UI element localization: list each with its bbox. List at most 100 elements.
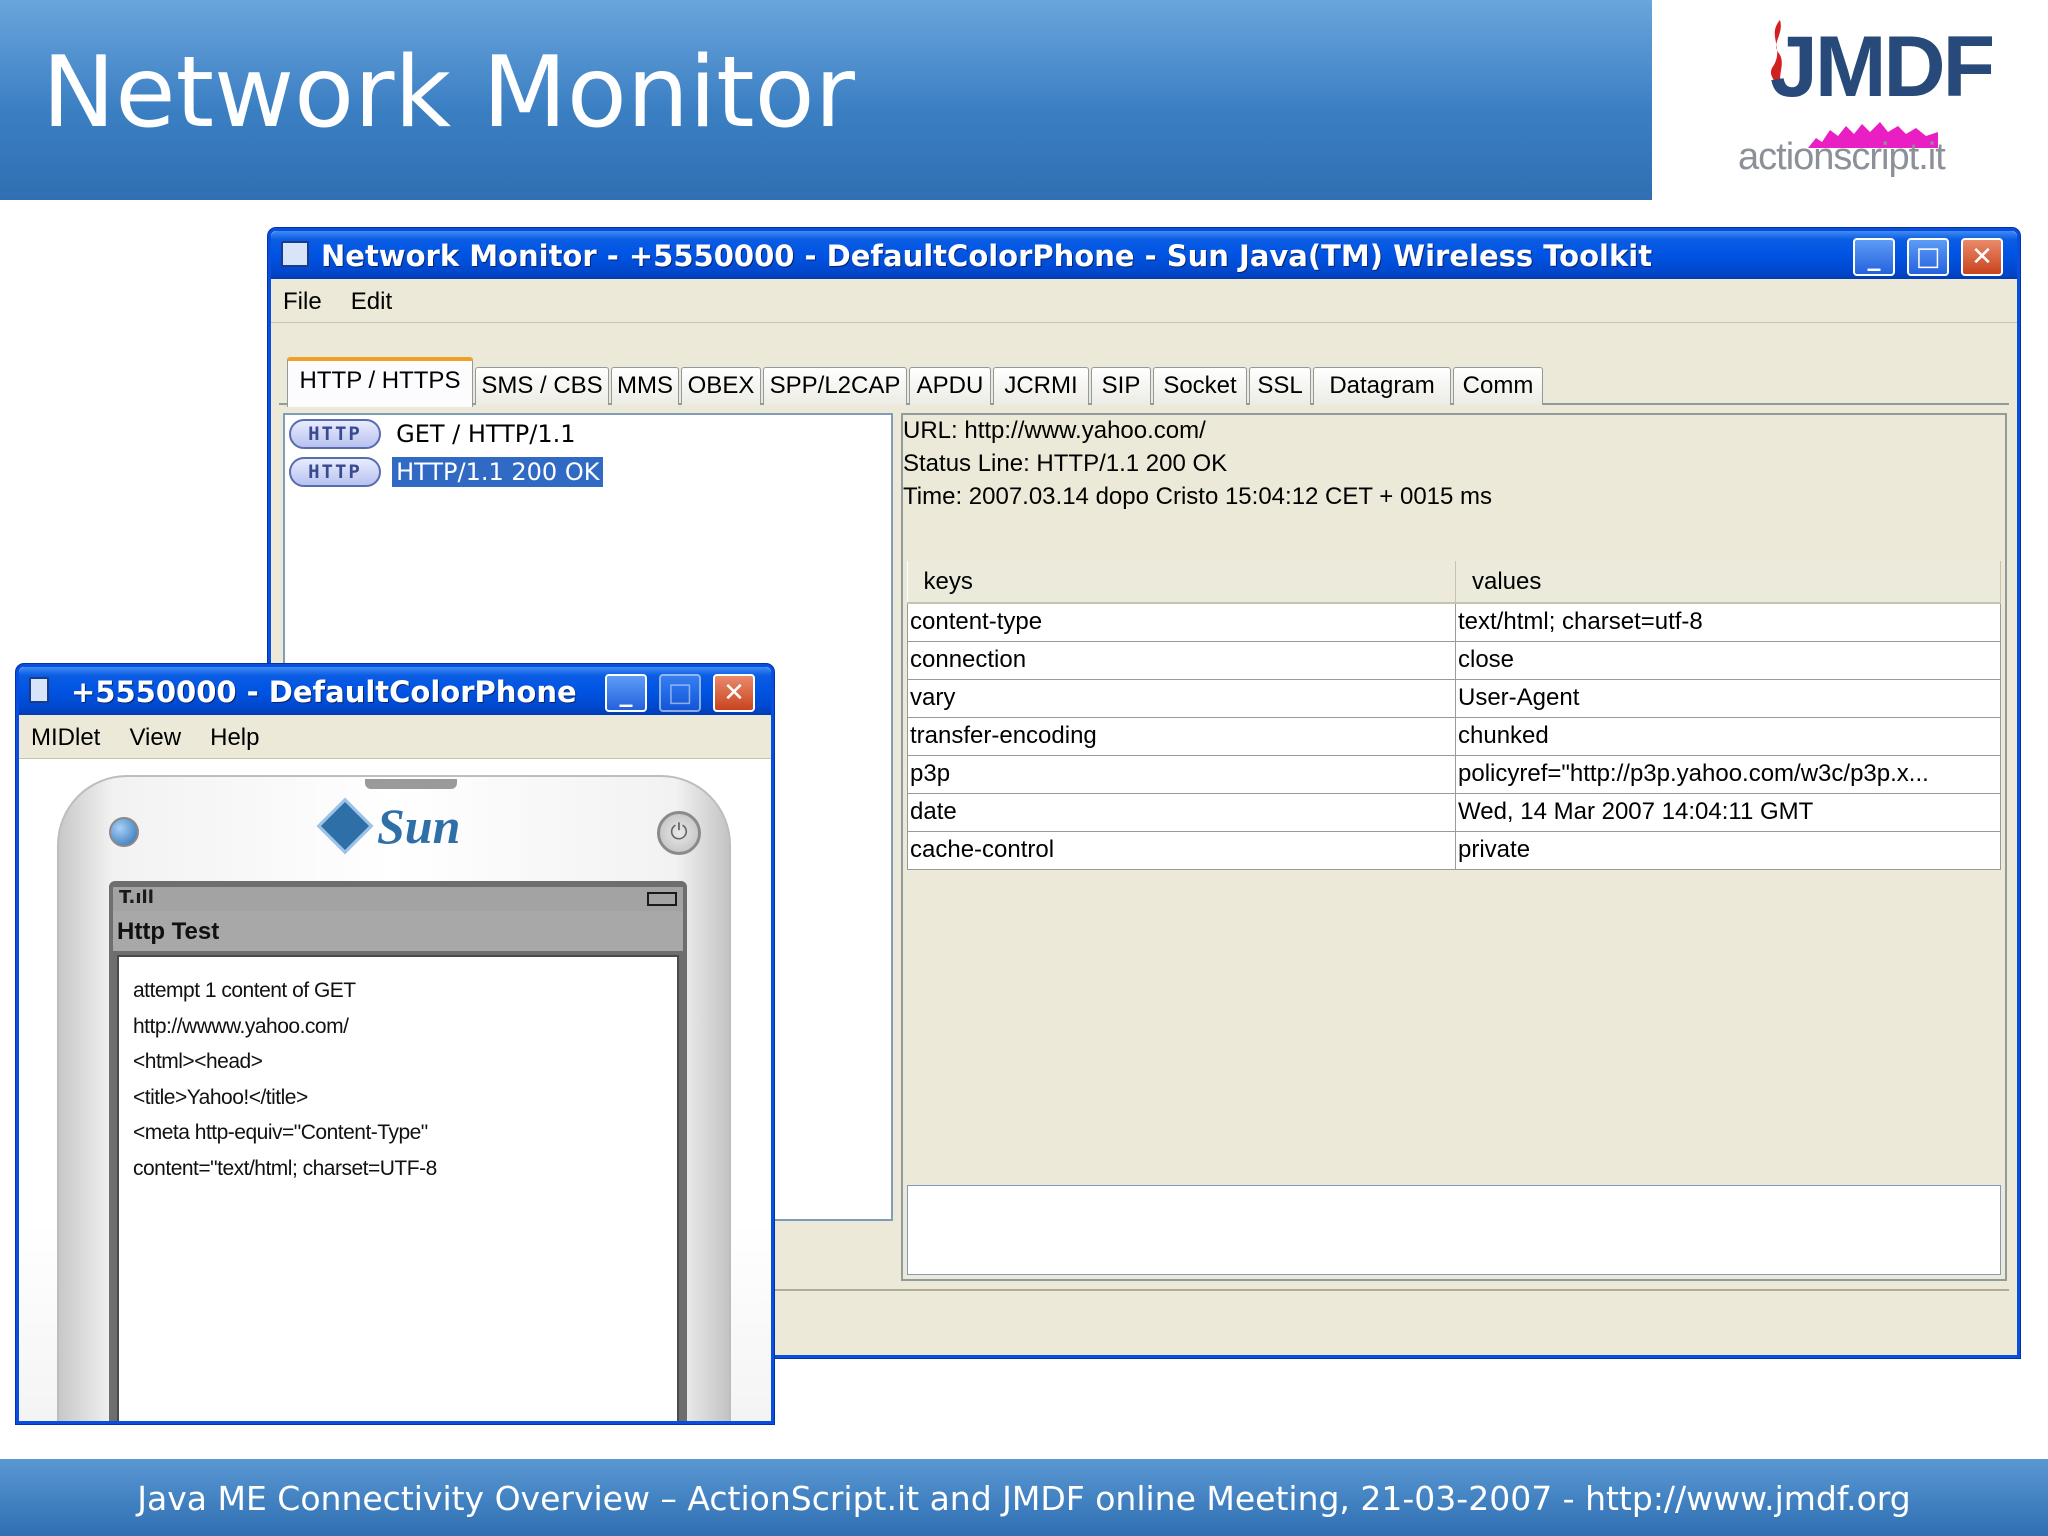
headers-table: keys values content-type text/html; chars… [907,561,2001,870]
http-badge: HTTP [289,419,381,449]
request-label: GET / HTTP/1.1 [396,420,576,448]
time-line: Time: 2007.03.14 dopo Cristo 15:04:12 CE… [903,483,1493,510]
slide: Network Monitor JMDF actionscript.it Net… [0,0,2048,1536]
header-key: transfer-encoding [907,716,1456,756]
maximize-icon: □ [667,678,693,708]
power-icon: ⏻ [670,820,688,845]
tab-comm[interactable]: Comm [1453,367,1543,405]
tab-sms-cbs[interactable]: SMS / CBS [475,367,609,405]
sun-logo: Sun [316,797,461,867]
header-key: cache-control [907,830,1456,870]
header-key: p3p [907,754,1456,794]
header-value: text/html; charset=utf-8 [1455,602,2001,642]
maximize-icon: □ [1915,242,1941,272]
phone-app-icon [29,677,49,703]
column-header-keys[interactable]: keys [907,561,1456,604]
content-line: http://wwww.yahoo.com/ [133,1014,349,1038]
table-row[interactable]: vary User-Agent [907,678,2001,718]
menu-file[interactable]: File [271,279,334,325]
screen-content[interactable]: attempt 1 content of GET http://wwww.yah… [117,955,679,1421]
close-button[interactable]: ✕ [713,674,755,712]
table-row[interactable]: transfer-encoding chunked [907,716,2001,756]
tab-mms[interactable]: MMS [611,367,679,405]
content-line: content="text/html; charset=UTF-8 [133,1156,437,1180]
monitor-app-icon [281,241,309,267]
battery-icon [647,892,677,906]
header-value: policyref="http://p3p.yahoo.com/w3c/p3p.… [1455,754,2001,794]
content-line: <meta http-equiv="Content-Type" [133,1121,428,1144]
phone-titlebar[interactable]: +5550000 - DefaultColorPhone _ □ ✕ [19,667,771,715]
content-line: <title>Yahoo!</title> [133,1085,308,1109]
menu-edit[interactable]: Edit [339,279,404,325]
tab-http-https[interactable]: HTTP / HTTPS [287,357,473,407]
table-row[interactable]: content-type text/html; charset=utf-8 [907,602,2001,642]
header-value: chunked [1455,716,2001,756]
phone-shell: Sun ⏻ T.ıll Http Test attempt 1 content … [57,775,731,1421]
phone-emulator-window: +5550000 - DefaultColorPhone _ □ ✕ MIDle… [16,664,774,1424]
tab-spp-l2cap[interactable]: SPP/L2CAP [763,367,907,405]
header-key: date [907,792,1456,832]
nm-titlebar[interactable]: Network Monitor - +5550000 - DefaultColo… [271,231,2017,279]
tab-ssl[interactable]: SSL [1249,367,1311,405]
header-value: User-Agent [1455,678,2001,718]
signal-icon: T.ıll [119,887,154,908]
tab-sip[interactable]: SIP [1091,367,1151,405]
menu-view[interactable]: View [117,715,193,761]
phone-screen: T.ıll Http Test attempt 1 content of GET… [109,881,687,1421]
column-header-values[interactable]: values [1455,561,2001,604]
tab-jcrmi[interactable]: JCRMI [993,367,1089,405]
logo-jmdf-text: JMDF [1770,19,1995,115]
screen-title: Http Test [113,911,683,951]
tab-datagram[interactable]: Datagram [1313,367,1451,405]
maximize-button[interactable]: □ [1907,238,1949,276]
header-value: private [1455,830,2001,870]
header-value: Wed, 14 Mar 2007 14:04:11 GMT [1455,792,2001,832]
header-value: close [1455,640,2001,680]
table-row[interactable]: connection close [907,640,2001,680]
maximize-button: □ [659,674,701,712]
content-line: <html><head> [133,1050,263,1073]
power-button[interactable]: ⏻ [657,811,701,855]
header-key: vary [907,678,1456,718]
message-details-panel: URL: http://www.yahoo.com/ Status Line: … [901,413,2007,1281]
response-label: HTTP/1.1 200 OK [391,456,605,488]
tab-apdu[interactable]: APDU [909,367,991,405]
message-body-area[interactable] [907,1185,2001,1275]
table-row[interactable]: date Wed, 14 Mar 2007 14:04:11 GMT [907,792,2001,832]
minimize-icon: _ [1867,242,1881,272]
minimize-button[interactable]: _ [605,674,647,712]
phone-window-title: +5550000 - DefaultColorPhone [71,675,577,709]
table-row[interactable]: p3p policyref="http://p3p.yahoo.com/w3c/p… [907,754,2001,794]
close-icon: ✕ [723,678,745,708]
phone-body: Sun ⏻ T.ıll Http Test attempt 1 content … [19,759,771,1421]
phone-menubar: MIDlet View Help [19,715,771,759]
tab-socket[interactable]: Socket [1153,367,1247,405]
header-key: content-type [907,602,1456,642]
menu-midlet[interactable]: MIDlet [19,715,112,761]
status-line: Status Line: HTTP/1.1 200 OK [903,450,1228,477]
table-row[interactable]: cache-control private [907,830,2001,870]
screen-status-bar: T.ıll [113,887,683,911]
protocol-tabs: HTTP / HTTPS SMS / CBS MMS OBEX SPP/L2CA… [279,357,2009,407]
slide-header: Network Monitor [0,0,1652,200]
sun-logo-text: Sun [377,798,461,854]
slide-title: Network Monitor [42,36,855,150]
url-line: URL: http://www.yahoo.com/ [903,417,1206,444]
response-row[interactable]: HTTP HTTP/1.1 200 OK [289,456,605,493]
footer-text: Java ME Connectivity Overview – ActionSc… [137,1479,1911,1518]
menu-help[interactable]: Help [198,715,271,761]
sun-diamond-icon [316,797,374,855]
minimize-icon: _ [619,678,633,708]
jmdf-logo: JMDF actionscript.it [1700,8,2000,193]
content-line: attempt 1 content of GET [133,979,356,1002]
header-key: connection [907,640,1456,680]
tab-obex[interactable]: OBEX [681,367,761,405]
logo-actionscript-text: actionscript.it [1738,136,1946,178]
request-row[interactable]: HTTP GET / HTTP/1.1 [289,419,580,455]
speaker-grille [365,779,457,789]
http-badge: HTTP [289,457,381,487]
close-button[interactable]: ✕ [1961,238,2003,276]
close-icon: ✕ [1971,242,1993,272]
led-indicator-icon [109,817,139,847]
minimize-button[interactable]: _ [1853,238,1895,276]
